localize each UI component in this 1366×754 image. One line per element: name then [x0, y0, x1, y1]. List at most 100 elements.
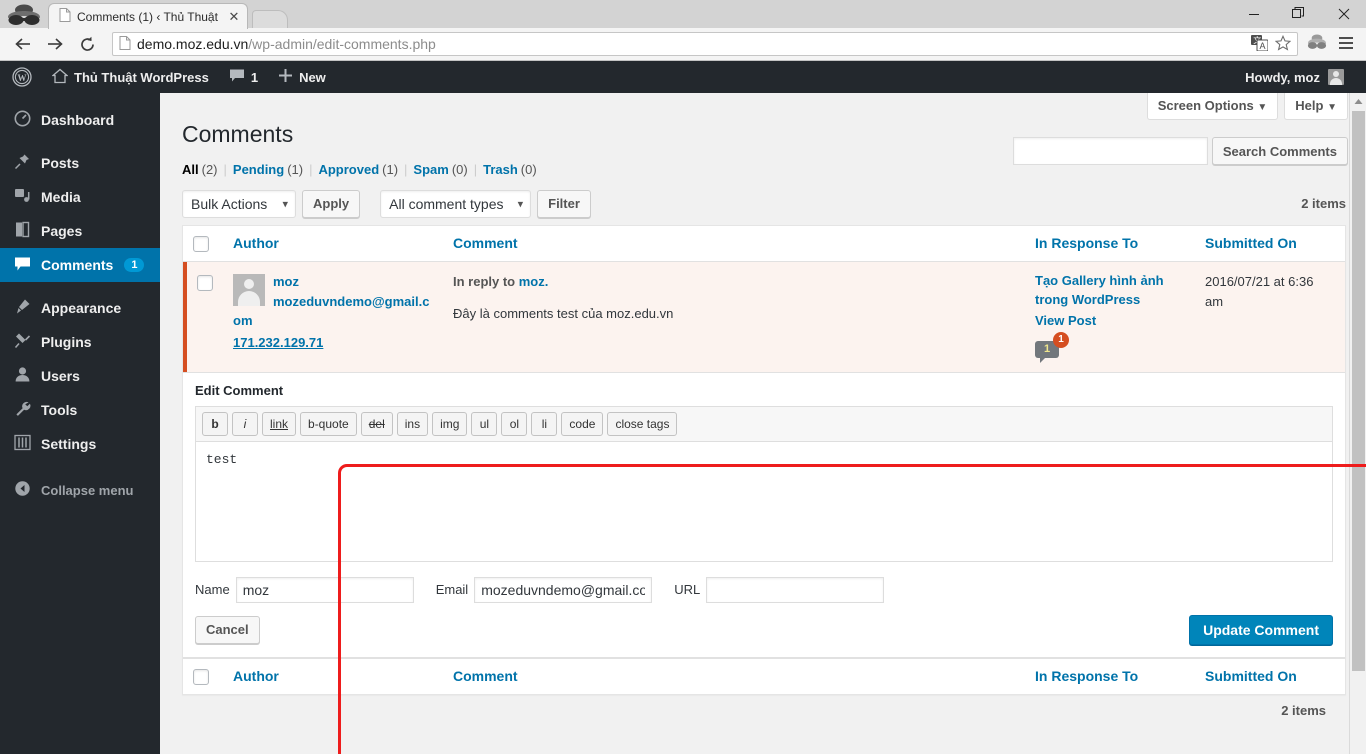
sidebar-item-plugins[interactable]: Plugins [0, 325, 160, 359]
status-link-label[interactable]: Trash [483, 162, 518, 177]
adminbar-comments-button[interactable]: 1 [219, 61, 268, 93]
scrollbar-thumb[interactable] [1352, 111, 1365, 671]
qt-del-button[interactable]: del [360, 411, 393, 436]
status-link-label[interactable]: Spam [413, 162, 448, 177]
search-comments-button[interactable]: Search Comments [1211, 137, 1348, 165]
comment-content-textarea[interactable] [195, 441, 1333, 562]
address-bar[interactable]: demo.moz.edu.vn/wp-admin/edit-comments.p… [112, 32, 1298, 56]
status-link-count: (2) [201, 161, 218, 177]
response-post-link[interactable]: Tạo Gallery hình ảnh trong WordPress [1035, 272, 1185, 310]
qt-bold-button[interactable]: b [202, 411, 228, 436]
select-all-footer[interactable] [183, 657, 223, 695]
in-reply-to-link[interactable]: moz. [519, 274, 549, 289]
qt-blockquote-button[interactable]: b-quote [300, 411, 357, 436]
edit-comment-panel: Edit Comment b i link b-quote del ins im… [183, 371, 1345, 658]
qt-ul-button[interactable]: ul [471, 411, 498, 436]
sidebar-item-dashboard[interactable]: Dashboard [0, 103, 160, 137]
sidebar-item-posts[interactable]: Posts [0, 146, 160, 180]
status-divider: | [473, 161, 478, 177]
qt-close-tags-button[interactable]: close tags [607, 411, 678, 436]
collapse-menu-button[interactable]: Collapse menu [0, 473, 160, 507]
view-post-link[interactable]: View Post [1035, 311, 1185, 331]
new-tab-button[interactable] [252, 10, 288, 28]
qt-code-button[interactable]: code [561, 411, 604, 436]
sidebar-item-pages[interactable]: Pages [0, 214, 160, 248]
comment-type-select-wrap: All comment types [380, 189, 532, 218]
email-field[interactable] [474, 576, 653, 603]
home-icon [51, 68, 69, 87]
status-link-spam[interactable]: Spam (0) | [413, 162, 483, 177]
row-checkbox[interactable] [197, 275, 213, 292]
window-close-button[interactable] [1321, 0, 1366, 27]
status-link-trash[interactable]: Trash (0) [483, 162, 537, 177]
url-field-label: URL [674, 582, 701, 598]
sidebar-item-appearance[interactable]: Appearance [0, 291, 160, 325]
status-link-approved[interactable]: Approved (1) | [318, 162, 413, 177]
translate-icon[interactable]: 文 A [1251, 34, 1269, 54]
update-comment-button[interactable]: Update Comment [1189, 614, 1333, 645]
bulk-actions-select[interactable]: Bulk Actions [182, 189, 296, 218]
filter-button[interactable]: Filter [537, 189, 591, 218]
status-link-label[interactable]: Pending [233, 162, 284, 177]
adminbar-new-button[interactable]: New [268, 61, 336, 93]
sidebar-item-settings[interactable]: Settings [0, 427, 160, 461]
column-footer-author[interactable]: Author [223, 657, 443, 695]
author-ip-link[interactable]: 171.232.129.71 [233, 333, 433, 353]
qt-ins-button[interactable]: ins [396, 411, 429, 436]
back-icon[interactable] [8, 30, 38, 58]
apply-button[interactable]: Apply [302, 189, 361, 218]
qt-link-button[interactable]: link [262, 411, 297, 436]
tab-strip: Comments (1) ‹ Thủ Thuật ✕ [0, 0, 1366, 29]
sidebar-item-label: Comments [41, 257, 114, 273]
reload-icon[interactable] [72, 30, 102, 58]
search-input[interactable] [1012, 137, 1208, 165]
column-header-response[interactable]: In Response To [1025, 225, 1195, 263]
select-all-checkbox[interactable] [193, 668, 209, 685]
sidebar-item-media[interactable]: Media [0, 180, 160, 214]
cancel-button[interactable]: Cancel [195, 615, 260, 644]
column-header-comment[interactable]: Comment [443, 225, 1025, 263]
column-footer-comment[interactable]: Comment [443, 657, 1025, 695]
status-link-label[interactable]: Approved [318, 162, 379, 177]
sidebar-item-tools[interactable]: Tools [0, 393, 160, 427]
table-header-row: Author Comment In Response To Submitted … [183, 225, 1345, 263]
window-restore-button[interactable] [1276, 0, 1321, 27]
incognito-avatar-icon[interactable] [1306, 33, 1328, 56]
window-minimize-button[interactable] [1231, 0, 1276, 27]
status-link-count: (1) [287, 161, 304, 177]
column-footer-response[interactable]: In Response To [1025, 657, 1195, 695]
wp-logo-button[interactable]: W [0, 61, 42, 93]
scroll-up-arrow-icon[interactable] [1350, 93, 1366, 110]
in-reply-to: In reply to moz. [453, 272, 1015, 292]
comment-type-select[interactable]: All comment types [380, 189, 532, 218]
post-comment-count-wrap[interactable]: 1 1 [1035, 331, 1069, 363]
select-all-checkbox[interactable] [193, 236, 209, 253]
bookmark-star-icon[interactable] [1274, 34, 1292, 54]
status-link-all[interactable]: All (2) | [182, 162, 233, 177]
page-scrollbar[interactable] [1349, 93, 1366, 754]
avatar [233, 274, 265, 307]
sidebar-item-comments[interactable]: Comments 1 [0, 248, 160, 282]
forward-icon[interactable] [40, 30, 70, 58]
name-field[interactable] [235, 576, 414, 603]
column-header-author[interactable]: Author [223, 225, 443, 263]
row-select-cell[interactable] [183, 262, 223, 372]
url-field[interactable] [706, 576, 885, 603]
qt-li-button[interactable]: li [531, 411, 558, 436]
select-all-header[interactable] [183, 225, 223, 263]
column-header-date[interactable]: Submitted On [1195, 225, 1345, 263]
sidebar-item-users[interactable]: Users [0, 359, 160, 393]
browser-tab[interactable]: Comments (1) ‹ Thủ Thuật ✕ [48, 3, 248, 29]
qt-italic-button[interactable]: i [232, 411, 258, 436]
author-block: moz mozeduvndemo@gmail.com 171.232.129.7… [233, 272, 433, 352]
qt-ol-button[interactable]: ol [501, 411, 528, 436]
column-footer-date[interactable]: Submitted On [1195, 657, 1345, 695]
adminbar-account-area[interactable]: Howdy, moz [1245, 69, 1366, 85]
status-link-pending[interactable]: Pending (1) | [233, 162, 319, 177]
chrome-menu-icon[interactable] [1338, 36, 1354, 53]
tab-close-icon[interactable]: ✕ [227, 10, 241, 24]
status-link-label[interactable]: All [182, 162, 199, 177]
qt-img-button[interactable]: img [432, 411, 468, 436]
site-name-button[interactable]: Thủ Thuật WordPress [42, 61, 219, 93]
menu-separator [0, 282, 160, 291]
